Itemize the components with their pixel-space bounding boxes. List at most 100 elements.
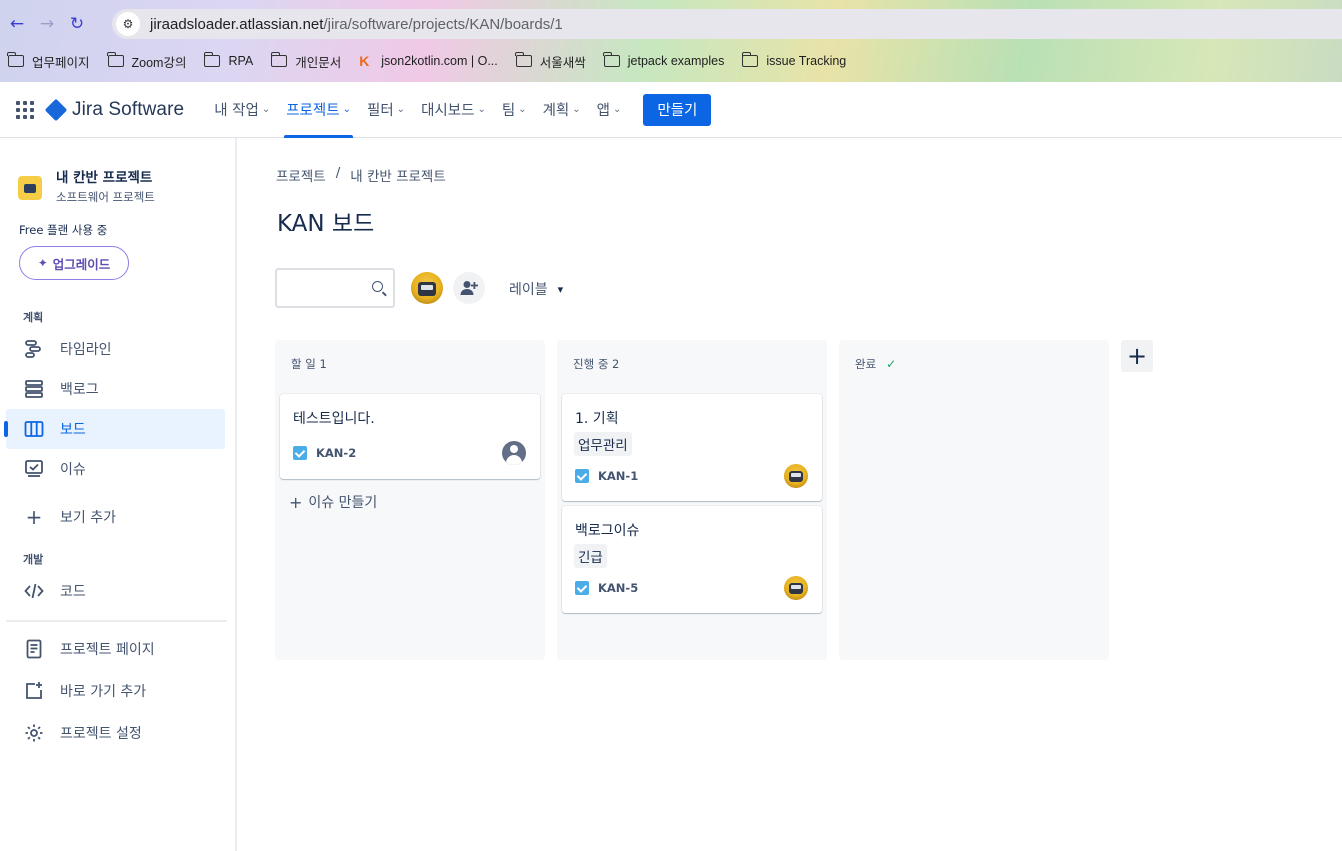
upgrade-label: 업그레이드 bbox=[52, 256, 111, 272]
assignee-avatar[interactable] bbox=[784, 576, 808, 600]
issue-card[interactable]: 1. 기획 업무관리 KAN-1 bbox=[562, 394, 822, 501]
nav-dashboards[interactable]: 대시보드 ⌄ bbox=[413, 82, 494, 138]
bookmark-folder[interactable]: 개인문서 bbox=[263, 49, 351, 73]
reload-icon[interactable]: ↻ bbox=[64, 11, 90, 37]
breadcrumb: 프로젝트 / 내 칸반 프로젝트 bbox=[276, 165, 446, 185]
plus-icon: + bbox=[289, 492, 303, 512]
project-header[interactable]: 내 칸반 프로젝트 소프트웨어 프로젝트 bbox=[18, 166, 155, 205]
bookmark-label: jetpack examples bbox=[627, 54, 725, 68]
card-key: KAN-5 bbox=[575, 581, 638, 595]
bookmark-folder[interactable]: 서울새싹 bbox=[508, 49, 596, 73]
site-settings-icon[interactable]: ⚙ bbox=[116, 12, 140, 36]
sidebar-item-timeline[interactable]: 타임라인 bbox=[6, 329, 225, 369]
column-title: 할 일 1 bbox=[291, 357, 327, 371]
sidebar-item-add-shortcut[interactable]: 바로 가기 추가 bbox=[6, 671, 225, 711]
bookmark-folder[interactable]: jetpack examples bbox=[596, 49, 735, 73]
nav-my-work[interactable]: 내 작업 ⌄ bbox=[206, 82, 278, 138]
breadcrumb-project[interactable]: 내 칸반 프로젝트 bbox=[350, 165, 446, 185]
page-title: KAN 보드 bbox=[277, 211, 375, 237]
plus-icon: + bbox=[1126, 342, 1148, 370]
project-avatar-icon bbox=[18, 176, 42, 200]
bookmark-label: issue Tracking bbox=[766, 54, 847, 68]
column-header: 완료 ✓ bbox=[855, 356, 896, 372]
create-issue-label: 이슈 만들기 bbox=[308, 495, 378, 511]
product-name: Jira Software bbox=[72, 98, 185, 120]
address-bar[interactable]: ⚙ jiraadsloader.atlassian.net/jira/softw… bbox=[112, 9, 1342, 39]
user-avatar-filter[interactable] bbox=[411, 272, 443, 304]
forward-arrow-icon[interactable]: → bbox=[34, 11, 60, 37]
project-name: 내 칸반 프로젝트 bbox=[56, 170, 153, 186]
nav-label: 앱 bbox=[596, 103, 610, 119]
chevron-down-icon: ▾ bbox=[557, 282, 564, 296]
assignee-avatar[interactable] bbox=[784, 464, 808, 488]
section-label-dev: 개발 bbox=[23, 553, 44, 566]
issue-key: KAN-5 bbox=[598, 581, 639, 595]
bookmark-folder[interactable]: RPA bbox=[196, 49, 263, 73]
card-title: 1. 기획 bbox=[575, 411, 619, 427]
nav-label: 계획 bbox=[542, 103, 570, 119]
sidebar-item-project-pages[interactable]: 프로젝트 페이지 bbox=[6, 629, 225, 669]
app-switcher-icon[interactable] bbox=[16, 100, 34, 119]
nav-projects[interactable]: 프로젝트 ⌄ bbox=[278, 82, 359, 138]
nav-label: 팀 bbox=[501, 103, 516, 119]
breadcrumb-projects[interactable]: 프로젝트 bbox=[276, 165, 326, 185]
sidebar-item-label: 이슈 bbox=[60, 462, 86, 478]
nav-apps[interactable]: 앱 ⌄ bbox=[589, 82, 630, 138]
page-icon bbox=[22, 637, 46, 661]
add-people-button[interactable] bbox=[453, 272, 485, 304]
sidebar-item-label: 프로젝트 설정 bbox=[60, 726, 142, 742]
sidebar-item-label: 타임라인 bbox=[60, 342, 112, 358]
unassigned-avatar-icon[interactable] bbox=[502, 441, 526, 465]
nav-plans[interactable]: 계획 ⌄ bbox=[535, 82, 589, 138]
sidebar-item-label: 백로그 bbox=[60, 382, 99, 398]
sidebar-item-backlog[interactable]: 백로그 bbox=[6, 369, 225, 409]
bookmark-folder[interactable]: issue Tracking bbox=[734, 49, 856, 73]
folder-icon bbox=[603, 52, 620, 67]
create-button[interactable]: 만들기 bbox=[643, 93, 712, 126]
sidebar-item-code[interactable]: 코드 bbox=[6, 571, 225, 611]
label-filter-dropdown[interactable]: 레이블 ▾ bbox=[509, 279, 563, 299]
sidebar-item-add-view[interactable]: + 보기 추가 bbox=[6, 497, 225, 537]
breadcrumb-separator: / bbox=[335, 165, 341, 181]
section-label-plan: 계획 bbox=[23, 311, 44, 324]
bookmark-folder[interactable]: Zoom강의 bbox=[100, 49, 197, 73]
nav-label: 대시보드 bbox=[421, 103, 475, 119]
column-header: 할 일 1 bbox=[291, 356, 327, 372]
bookmarks-bar: 업무페이지 Zoom강의 RPA 개인문서 Kjson2kotlin.com |… bbox=[0, 48, 1342, 74]
upgrade-button[interactable]: ✦ 업그레이드 bbox=[19, 246, 129, 280]
chevron-down-icon: ⌄ bbox=[572, 104, 581, 115]
nav-teams[interactable]: 팀 ⌄ bbox=[494, 82, 535, 138]
column-title: 진행 중 2 bbox=[573, 357, 620, 371]
sidebar-item-label: 프로젝트 페이지 bbox=[60, 642, 155, 658]
create-issue-button[interactable]: + 이슈 만들기 bbox=[289, 492, 377, 512]
nav-filters[interactable]: 필터 ⌄ bbox=[359, 82, 413, 138]
board-search-input[interactable] bbox=[275, 268, 395, 308]
card-title: 백로그이슈 bbox=[575, 523, 640, 539]
backlog-icon bbox=[22, 377, 46, 401]
issue-card[interactable]: 테스트입니다. KAN-2 bbox=[280, 394, 540, 479]
url-text[interactable]: jiraadsloader.atlassian.net/jira/softwar… bbox=[150, 16, 563, 33]
code-icon bbox=[22, 579, 46, 603]
chevron-down-icon: ⌄ bbox=[342, 104, 351, 115]
folder-icon bbox=[106, 52, 124, 67]
search-icon bbox=[372, 281, 383, 292]
bookmark-label: 업무페이지 bbox=[32, 55, 90, 70]
nav-label: 프로젝트 bbox=[286, 103, 340, 119]
board-column-done: 완료 ✓ bbox=[839, 340, 1109, 660]
back-arrow-icon[interactable]: ← bbox=[4, 11, 30, 37]
bookmark-link[interactable]: Kjson2kotlin.com | O... bbox=[351, 49, 508, 73]
card-title: 테스트입니다. bbox=[293, 411, 375, 427]
plus-icon: + bbox=[25, 505, 43, 529]
bookmark-folder[interactable]: 업무페이지 bbox=[0, 49, 100, 73]
sidebar-item-project-settings[interactable]: 프로젝트 설정 bbox=[6, 713, 225, 753]
issue-card[interactable]: 백로그이슈 긴급 KAN-5 bbox=[562, 506, 822, 613]
folder-icon bbox=[270, 52, 288, 67]
task-type-icon bbox=[575, 469, 589, 483]
sidebar-item-label: 코드 bbox=[60, 584, 86, 600]
sidebar-item-board[interactable]: 보드 bbox=[4, 409, 225, 449]
add-shortcut-icon bbox=[22, 679, 46, 703]
jira-logo[interactable]: Jira Software bbox=[44, 98, 185, 121]
add-column-button[interactable]: + bbox=[1121, 340, 1153, 372]
bookmark-label: Zoom강의 bbox=[131, 55, 187, 70]
sidebar-item-issues[interactable]: 이슈 bbox=[6, 449, 225, 489]
